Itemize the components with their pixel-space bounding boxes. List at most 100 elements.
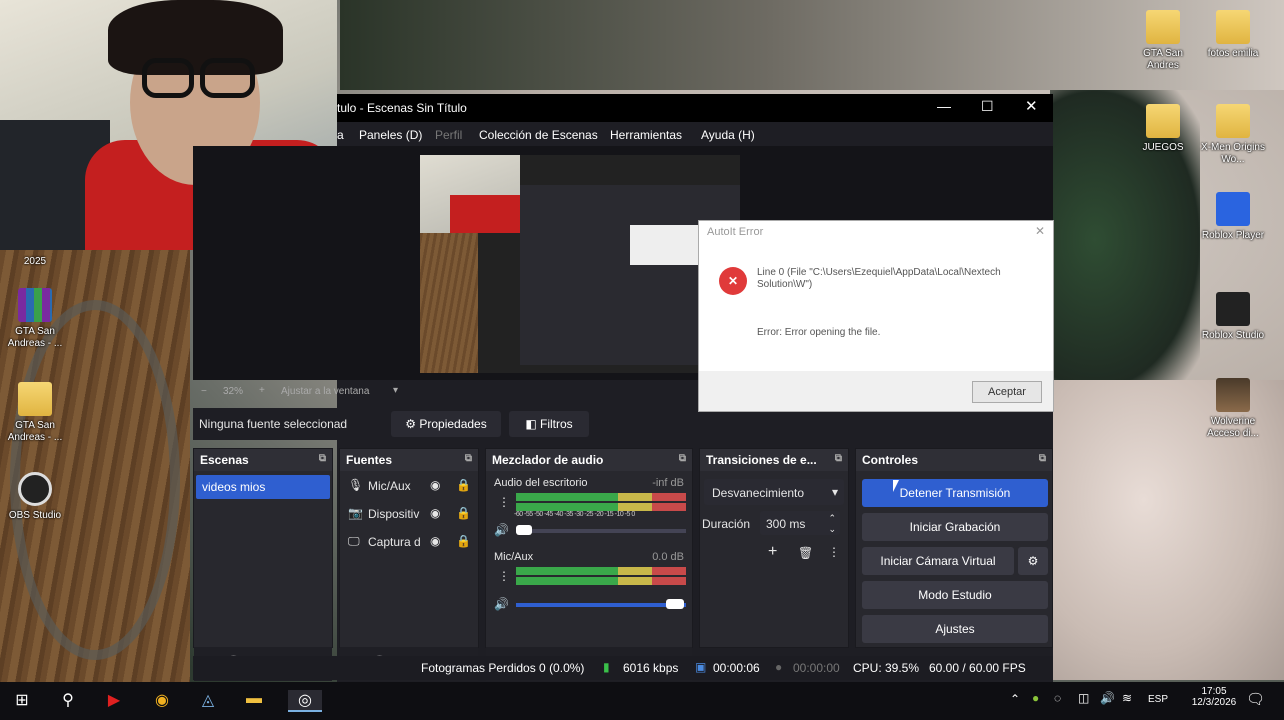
menu-item-tools[interactable]: Herramientas [610,128,682,142]
app-icon[interactable]: ◬ [196,690,220,712]
status-bar: Fotogramas Perdidos 0 (0.0%) ▮ 6016 kbps… [193,656,1053,680]
preview-wood [420,233,478,373]
dock-pin-icon[interactable]: ⧉ [319,453,326,464]
desktop-icon-gta-san-andres[interactable]: GTA San Andres [1128,10,1198,72]
stepper-icon[interactable]: ⌃ ⌄ [828,513,836,535]
dock-pin-icon[interactable]: ⧉ [835,453,842,464]
obs-taskbar-icon[interactable]: ◎ [288,690,322,712]
scenes-dock: Escenas⧉ videos mios + 🗑 ◧ ⌃ ⋮ [193,448,338,681]
menu-item-profile[interactable]: Perfil [435,128,462,142]
menu-item-panels[interactable]: Paneles (D) [359,128,422,142]
studio-mode-button[interactable]: Modo Estudio [862,581,1048,609]
volume-slider-track[interactable] [516,529,686,533]
maximize-icon[interactable]: ☐ [981,98,994,115]
source-item[interactable]: 📷 Dispositiv ◉ 🔒 [340,499,478,527]
more-icon[interactable]: ⋮ [498,495,510,509]
desktop-icon-fotos-emilia[interactable]: fotos emilia [1198,10,1268,60]
mixer-dock: Mezclador de audio ⧉ Audio del escritorio… [485,448,693,681]
close-icon[interactable]: ✕ [1035,224,1045,238]
transition-select[interactable]: Desvanecimiento ▾ [704,479,844,505]
desktop-icon-obs[interactable]: OBS Studio [0,472,70,522]
more-icon[interactable]: ⋮ [498,569,510,583]
lock-icon[interactable]: 🔒 [456,478,471,492]
close-icon[interactable]: ✕ [1025,97,1038,115]
source-item[interactable]: 🖵 Captura d ◉ 🔒 [340,527,478,555]
source-item[interactable]: 🎙 Mic/Aux ◉ 🔒 [340,471,478,499]
desktop-icon-roblox-studio[interactable]: Roblox Studio [1198,292,1268,342]
desktop-icon-juegos[interactable]: JUEGOS [1128,104,1198,154]
scene-item[interactable]: videos mios [196,475,330,499]
zoom-out-icon[interactable]: − [201,386,207,397]
tray-icon[interactable]: ◫ [1078,691,1089,705]
youtube-icon[interactable]: ▶ [102,690,126,712]
desktop-icon-roblox-player[interactable]: Roblox Player [1198,192,1268,242]
desktop-icon-xmen[interactable]: X-Men Origins Wo... [1198,104,1268,166]
speaker-icon[interactable]: 🔊 [494,597,509,611]
zoom-level: 32% [223,386,244,397]
speaker-icon[interactable]: 🔊 [494,523,509,537]
mixer-channel: Audio del escritorio -inf dB ⋮ -60 -55 -… [486,471,692,545]
duration-input[interactable]: 300 ms ⌃ ⌄ [760,511,840,535]
notification-icon[interactable]: 🗨 [1246,690,1265,708]
file-explorer-icon[interactable]: ▬ [242,690,266,712]
desktop-icon-2025[interactable]: 2025 [0,256,70,268]
settings-button[interactable]: Ajustes [862,615,1048,643]
filters-button[interactable]: ◧ Filtros [509,411,589,437]
start-recording-button[interactable]: Iniciar Grabación [862,513,1048,541]
db-scale: -60 -55 -50 -45 -40 -35 -30 -25 -20 -15 … [514,511,635,518]
volume-slider-handle[interactable] [516,525,532,535]
dock-pin-icon[interactable]: ⧉ [679,453,686,464]
stop-stream-button[interactable]: Detener Transmisión [862,479,1048,507]
transition-toolbar: + 🗑 ⋮ [700,539,848,569]
desktop-icon-gta-2[interactable]: GTA San Andreas - ... [0,382,70,444]
accept-button[interactable]: Aceptar [972,381,1042,403]
desktop-icon-gta-1[interactable]: GTA San Andreas - ... [0,288,70,350]
search-icon[interactable]: ⚲ [56,690,80,712]
folder-icon [1216,10,1250,44]
zoom-fit[interactable]: Ajustar a la ventana [281,386,369,397]
eye-icon[interactable]: ◉ [430,478,440,492]
virtual-camera-settings-button[interactable]: ⚙ [1018,547,1048,575]
trash-icon[interactable]: 🗑 [798,546,813,560]
dock-pin-icon[interactable]: ⧉ [1039,453,1046,464]
properties-label: Propiedades [419,417,487,431]
monitor-icon: 🖵 [348,534,360,548]
dock-pin-icon[interactable]: ⧉ [465,453,472,464]
language-indicator[interactable]: ESP [1148,694,1168,705]
clock[interactable]: 17:05 12/3/2026 [1184,686,1244,708]
menu-item-help[interactable]: Ayuda (H) [701,128,755,142]
minimize-icon[interactable]: — [937,98,951,114]
roblox-icon [1216,192,1250,226]
menu-item-scene-collection[interactable]: Colección de Escenas [479,128,598,142]
stream-preview[interactable] [420,155,740,373]
filters-label: Filtros [540,417,573,431]
lock-icon[interactable]: 🔒 [456,506,471,520]
volume-slider-track[interactable] [516,603,686,607]
properties-button[interactable]: ⚙ Propiedades [391,411,501,437]
add-icon[interactable]: + [768,543,777,561]
controls-dock: Controles ⧉ Detener Transmisión Iniciar G… [855,448,1053,648]
eye-icon[interactable]: ◉ [430,506,440,520]
eye-icon[interactable]: ◉ [430,534,440,548]
virtual-camera-button[interactable]: Iniciar Cámara Virtual [862,547,1014,575]
record-time: 00:00:00 [793,661,840,675]
menu-item-edit[interactable]: a [337,128,344,142]
chevron-down-icon[interactable]: ▾ [393,385,398,396]
chevron-up-icon[interactable]: ⌃ [1010,692,1020,706]
chrome-icon[interactable]: ◉ [150,690,174,712]
zoom-in-icon[interactable]: + [259,385,265,396]
tray-icon[interactable]: ◌ [1054,691,1061,705]
windows-start-icon[interactable]: ⊞ [10,690,34,712]
more-icon[interactable]: ⋮ [828,545,840,559]
vu-meter [516,577,686,585]
tray-app-icon[interactable]: ● [1032,691,1039,705]
volume-slider-handle[interactable] [666,599,684,609]
cpu-usage: CPU: 39.5% [853,661,920,675]
volume-icon[interactable]: 🔊 [1100,691,1115,705]
wifi-icon[interactable]: ≋ [1122,691,1132,705]
preview-nested-dialog [630,225,700,265]
zoom-bar: − 32% + Ajustar a la ventana ▾ [193,382,693,404]
lock-icon[interactable]: 🔒 [456,534,471,548]
bitrate: 6016 kbps [623,661,679,675]
desktop-icon-wolverine[interactable]: Wolverine Acceso di... [1198,378,1268,440]
